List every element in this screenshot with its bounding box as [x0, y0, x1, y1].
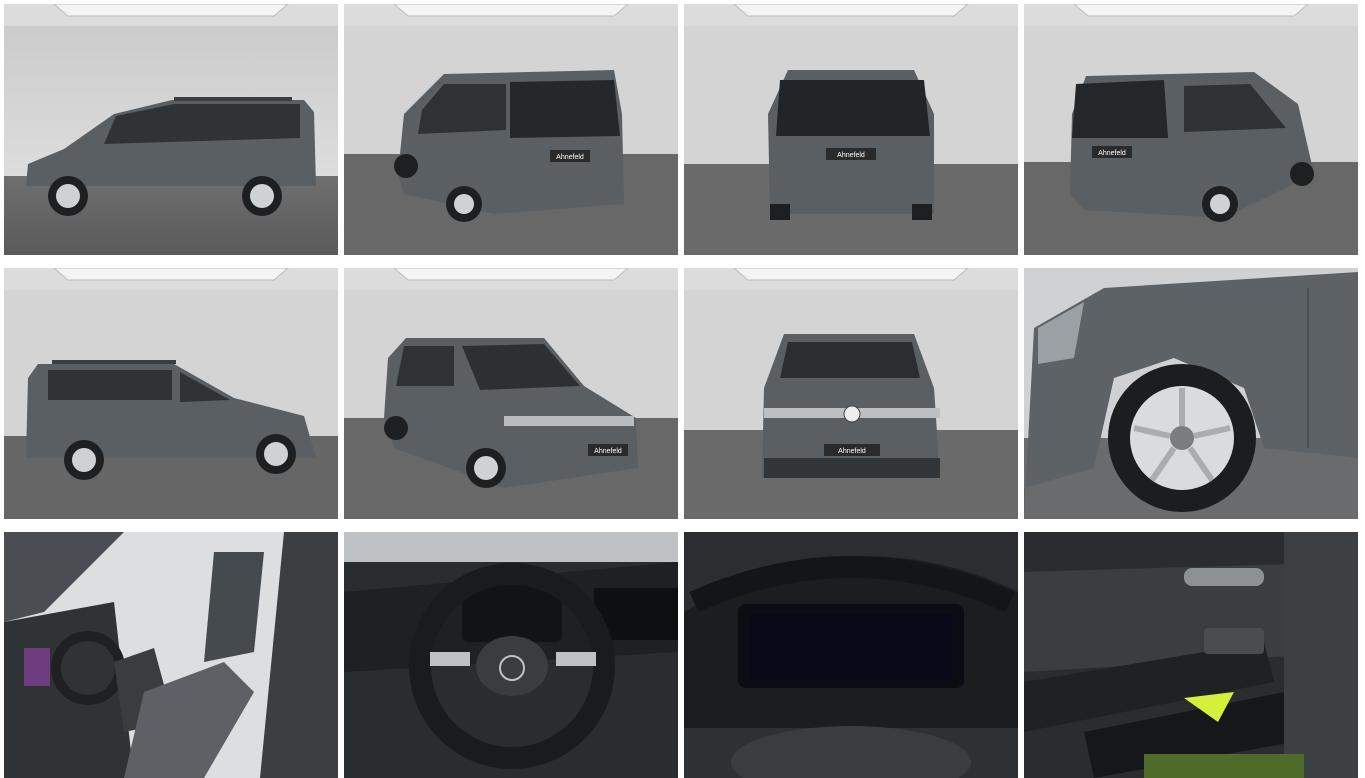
dealer-badge: Ahnefeld — [556, 154, 584, 161]
photo-side-right[interactable] — [4, 268, 338, 519]
photo-gallery: Ahnefeld Ahnefeld Ahnefeld Ahnefeld Ahne… — [0, 0, 1365, 778]
photo-rear-three-quarter-left[interactable]: Ahnefeld — [344, 4, 678, 255]
photo-front[interactable]: Ahnefeld — [684, 268, 1018, 519]
dealer-badge: Ahnefeld — [594, 448, 622, 455]
photo-steering-wheel[interactable] — [344, 532, 678, 778]
dealer-badge: Ahnefeld — [838, 448, 866, 455]
photo-rear-three-quarter-right[interactable]: Ahnefeld — [1024, 4, 1358, 255]
photo-door-panel[interactable] — [1024, 532, 1358, 778]
dealer-badge: Ahnefeld — [837, 152, 865, 159]
photo-wheel-detail[interactable] — [1024, 268, 1358, 519]
dealer-badge: Ahnefeld — [1098, 150, 1126, 157]
photo-front-seats[interactable] — [4, 532, 338, 778]
photo-side-left[interactable] — [4, 4, 338, 255]
photo-digital-cockpit[interactable] — [684, 532, 1018, 778]
photo-front-three-quarter-right[interactable]: Ahnefeld — [344, 268, 678, 519]
photo-rear[interactable]: Ahnefeld — [684, 4, 1018, 255]
